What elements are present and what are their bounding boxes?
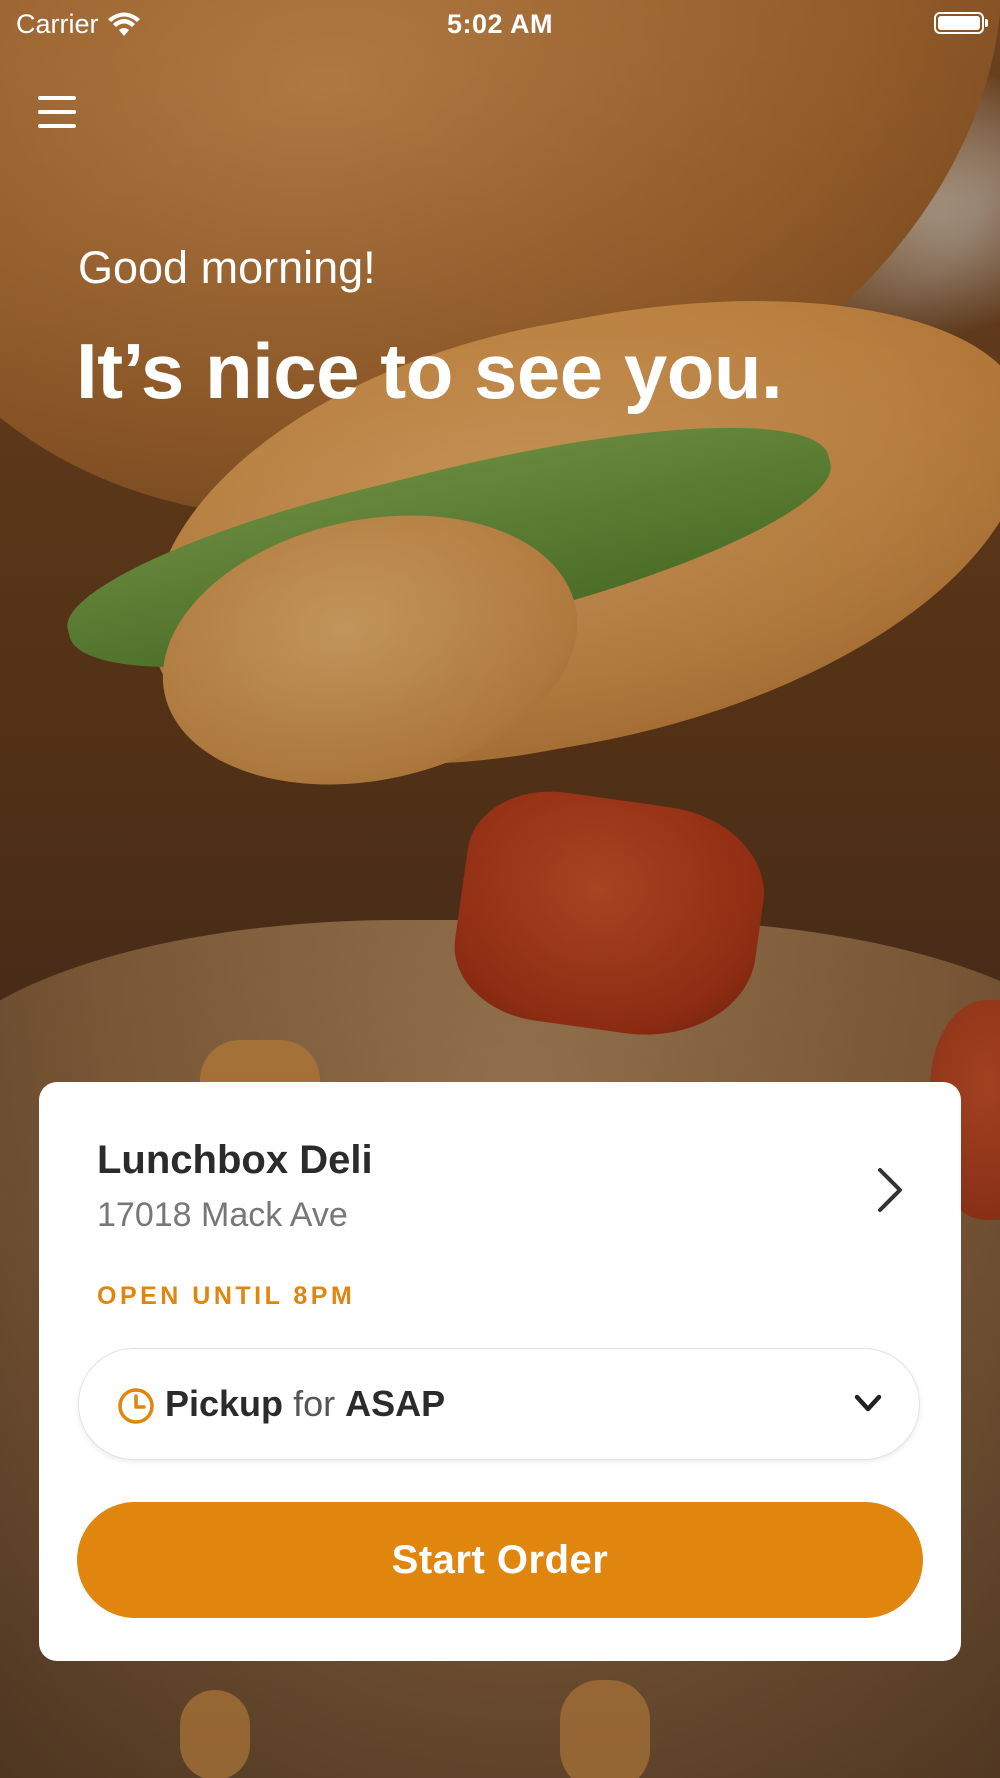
order-mode: Pickup <box>165 1383 284 1424</box>
location-card: Lunchbox Deli 17018 Mack Ave OPEN UNTIL … <box>39 1082 961 1661</box>
order-type-label: Pickup for ASAP <box>165 1383 445 1425</box>
order-connector: for <box>293 1383 336 1424</box>
hamburger-menu-icon[interactable] <box>36 92 80 132</box>
status-bar: Carrier 5:02 AM <box>0 0 1000 50</box>
clock-icon <box>118 1388 154 1424</box>
store-details-row[interactable]: Lunchbox Deli 17018 Mack Ave <box>39 1082 961 1282</box>
start-order-button[interactable]: Start Order <box>77 1502 923 1618</box>
greeting-text: Good morning! <box>78 242 376 293</box>
chevron-right-icon <box>878 1168 902 1212</box>
headline-text: It’s nice to see you. <box>76 327 783 415</box>
store-address: 17018 Mack Ave <box>97 1196 348 1234</box>
order-time: ASAP <box>345 1383 446 1424</box>
store-name: Lunchbox Deli <box>97 1138 373 1182</box>
store-hours-status: OPEN UNTIL 8PM <box>97 1282 356 1310</box>
status-time: 5:02 AM <box>446 9 554 39</box>
order-type-selector[interactable]: Pickup for ASAP <box>78 1348 920 1460</box>
battery-full-icon <box>934 12 988 34</box>
chevron-down-icon <box>854 1394 882 1412</box>
